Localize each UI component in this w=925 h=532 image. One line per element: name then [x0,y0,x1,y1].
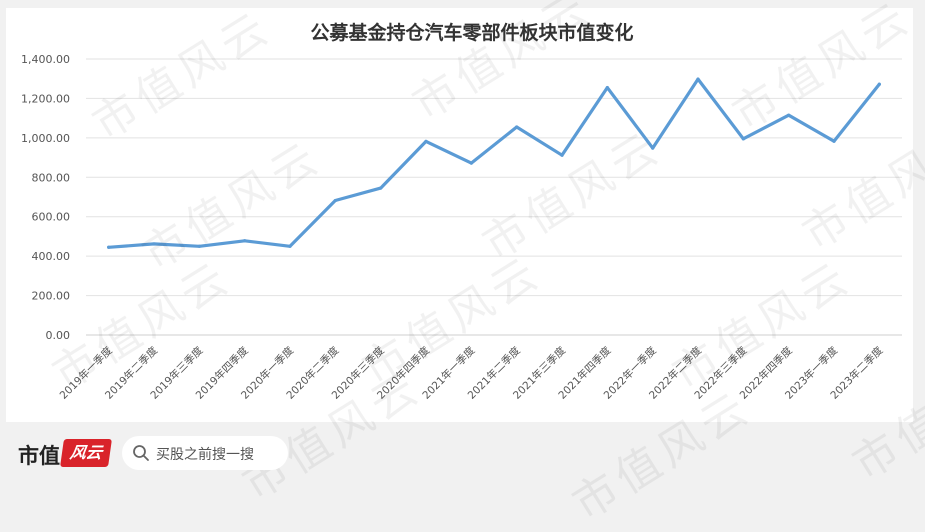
grid-layer [86,58,902,336]
y-tick-label: 1,000.00 [21,132,70,145]
data-point [379,186,383,190]
y-tick-label: 400.00 [32,250,71,263]
data-point [152,242,156,246]
chart-card: 公募基金持仓汽车零部件板块市值变化 0.00 200.00 400.00 600.00… [6,8,913,422]
footer-bar: 市值 风云 买股之前搜一搜 [0,422,925,490]
series-line [107,77,881,249]
y-tick-label: 200.00 [32,290,71,303]
search-placeholder: 买股之前搜一搜 [156,447,254,463]
y-tick-label: 1,200.00 [21,92,70,105]
y-axis-ticks: 0.00 200.00 400.00 600.00 800.00 1,000.00 1,20… [21,53,70,342]
chart-title: 公募基金持仓汽车零部件板块市值变化 [310,21,633,44]
data-point [424,139,428,144]
data-point [515,125,519,129]
data-point [741,137,745,141]
brand-name: 市值 [18,443,60,468]
data-point [696,77,700,81]
y-tick-label: 600.00 [32,211,71,224]
data-point [877,82,881,86]
data-point [605,85,609,90]
brand-logo: 风云 [60,439,112,467]
data-point [787,113,791,117]
data-point [107,245,111,249]
y-tick-label: 800.00 [32,171,71,184]
line-chart: 公募基金持仓汽车零部件板块市值变化 0.00 200.00 400.00 600.00… [21,21,902,402]
x-axis-ticks: 2019年一季度2019年二季度2019年三季度2019年四季度2020年一季度… [57,344,886,402]
data-point [651,146,655,150]
data-point [243,239,247,243]
y-tick-label: 0.00 [46,329,71,342]
data-point [288,244,292,248]
data-point [333,198,337,203]
data-point [832,139,836,143]
y-tick-label: 1,400.00 [21,53,70,66]
search-box[interactable]: 买股之前搜一搜 [122,436,288,470]
data-point [560,153,564,157]
search-icon [133,445,149,461]
data-point [469,161,473,165]
data-point [197,244,201,248]
series-layer [107,77,881,249]
